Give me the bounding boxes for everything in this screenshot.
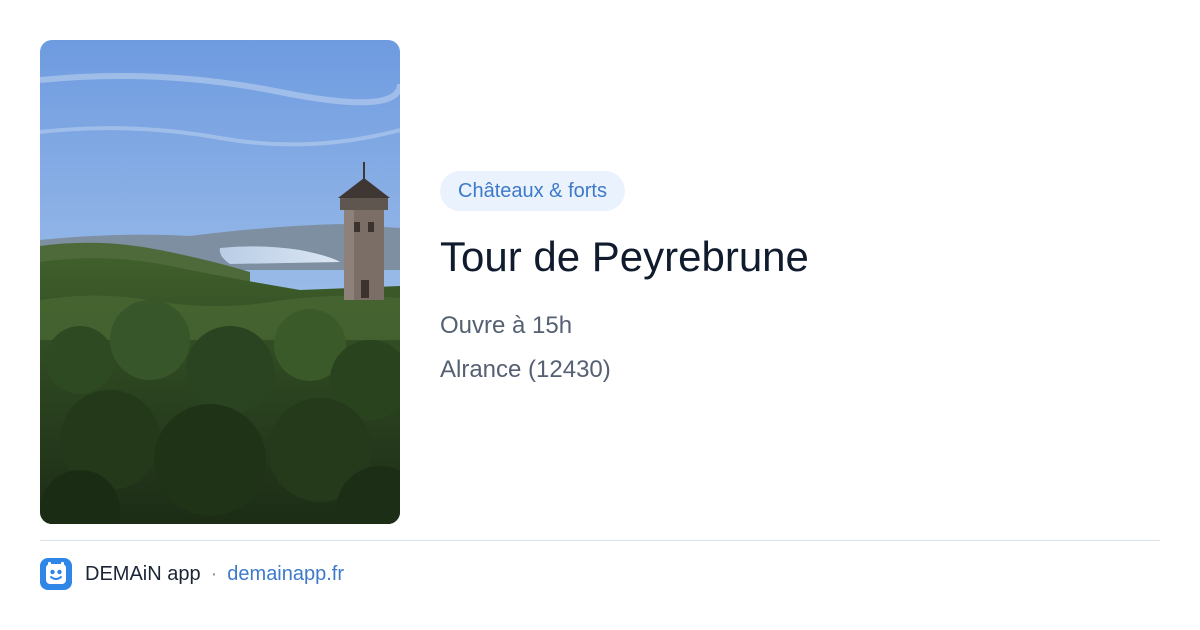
place-info: Châteaux & forts Tour de Peyrebrune Ouvr… [440,171,1160,385]
tower-landscape-image [40,40,400,524]
app-name: DEMAiN app [85,562,201,585]
footer-separator: · [210,562,218,585]
place-location: Alrance (12430) [440,356,611,383]
footer: DEMAiN app · demainapp.fr [40,557,344,591]
footer-divider [40,540,1160,541]
app-domain-link[interactable]: demainapp.fr [227,563,344,586]
demain-app-icon [40,558,72,590]
place-photo [40,40,400,524]
place-title: Tour de Peyrebrune [440,233,809,280]
share-card: Châteaux & forts Tour de Peyrebrune Ouvr… [0,0,1200,630]
category-badge[interactable]: Châteaux & forts [440,171,625,211]
opening-hours: Ouvre à 15h [440,312,573,339]
